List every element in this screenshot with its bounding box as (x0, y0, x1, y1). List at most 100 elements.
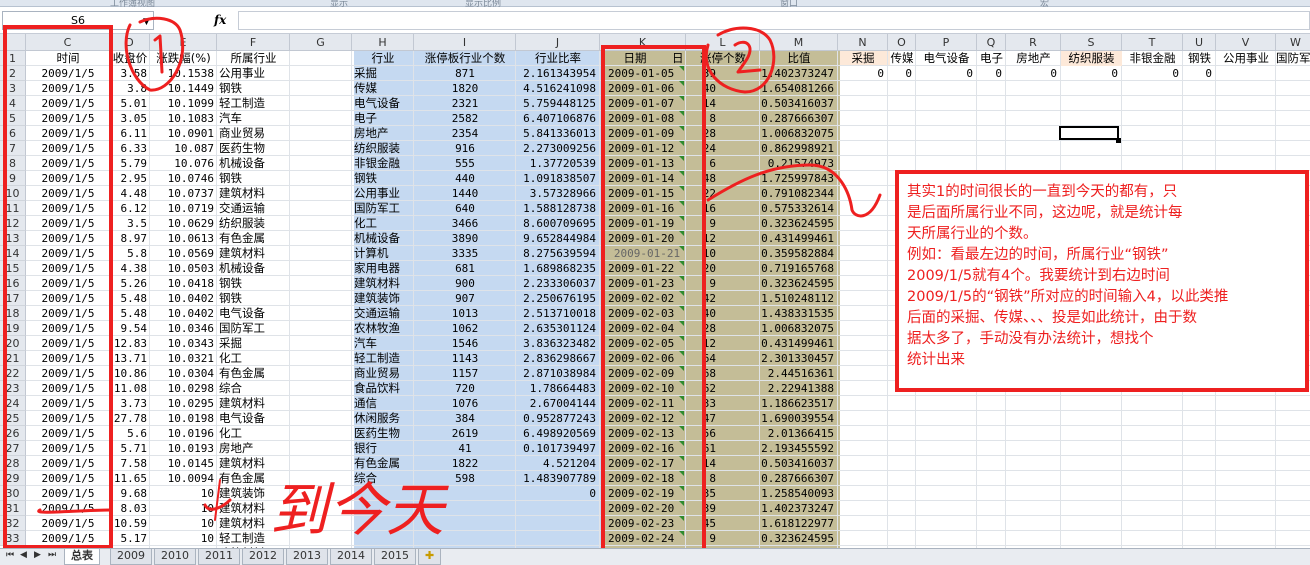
cell-ratio[interactable]: 1.402373247 (760, 66, 834, 81)
cell-industry-name[interactable]: 建筑材料 (354, 276, 416, 291)
sheet-tab-2010[interactable]: 2010 (154, 549, 196, 565)
cell-industry-ratio[interactable]: 8.275639594 (516, 246, 596, 261)
cell-change-pct[interactable]: 10.087 (150, 141, 214, 156)
cell-change-pct[interactable]: 10.0402 (150, 306, 214, 321)
cell-industry-name[interactable]: 有色金属 (354, 456, 416, 471)
column-header-i[interactable]: I (414, 34, 516, 51)
cell-close-price[interactable]: 5.48 (110, 291, 148, 306)
cell-industry-ratio[interactable]: 1.37720539 (516, 156, 596, 171)
sheet-tab-2009[interactable]: 2009 (110, 549, 152, 565)
column-header-o[interactable]: O (888, 34, 916, 51)
cell-industry[interactable]: 轻工制造 (219, 531, 292, 546)
cell-limitup-count[interactable]: 640 (414, 201, 516, 216)
cell-industry[interactable]: 建筑材料 (219, 396, 292, 411)
cell-industry[interactable]: 有色金属 (219, 231, 292, 246)
cell-change-pct[interactable]: 10.0198 (150, 411, 214, 426)
column-header-d[interactable]: D (110, 34, 150, 51)
column-header-m[interactable]: M (760, 34, 838, 51)
header-change-pct[interactable]: 涨跌幅(%) (150, 51, 217, 66)
cell-close-price[interactable]: 5.48 (110, 306, 148, 321)
cell-limitup-count[interactable]: 900 (414, 276, 516, 291)
cell-industry-ratio[interactable]: 1.588128738 (516, 201, 596, 216)
cell-industry-count[interactable]: 0 (838, 66, 884, 81)
cell-limitup-count[interactable]: 720 (414, 381, 516, 396)
cell-change-pct[interactable]: 10.1099 (150, 96, 214, 111)
cell-close-price[interactable]: 4.38 (110, 261, 148, 276)
cell-industry[interactable]: 医药生物 (219, 141, 292, 156)
column-header-u[interactable]: U (1183, 34, 1216, 51)
column-header-s[interactable]: S (1061, 34, 1122, 51)
cell-change-pct[interactable]: 10.1083 (150, 111, 214, 126)
cell-industry-ratio[interactable]: 1.78664483 (516, 381, 596, 396)
cell-ratio[interactable]: 1.510248112 (760, 291, 834, 306)
cell-close-price[interactable]: 3.05 (110, 111, 148, 126)
cell-industry-ratio[interactable]: 2.635301124 (516, 321, 596, 336)
cell-industry-ratio[interactable]: 4.516241098 (516, 81, 596, 96)
cell-ratio[interactable]: 0.323624595 (760, 276, 834, 291)
cell-industry-ratio[interactable]: 6.407106876 (516, 111, 596, 126)
cell-close-price[interactable]: 5.71 (110, 441, 148, 456)
cell-ratio[interactable]: 2.193455592 (760, 441, 834, 456)
cell-industry[interactable]: 房地产 (219, 441, 292, 456)
prev-sheet-icon[interactable]: ◀ (20, 550, 27, 560)
cell-close-price[interactable]: 10.59 (110, 516, 147, 531)
header-industry-col[interactable]: 非银金融 (1122, 51, 1183, 66)
cell-change-pct[interactable]: 10.076 (150, 156, 214, 171)
sheet-tab-2015[interactable]: 2015 (374, 549, 416, 565)
cell-change-pct[interactable]: 10.0737 (150, 186, 214, 201)
selected-cell[interactable] (1059, 126, 1119, 140)
first-sheet-icon[interactable]: ⏮ (6, 550, 14, 560)
cell-industry[interactable]: 钢铁 (219, 171, 292, 186)
cell-industry[interactable]: 钢铁 (219, 291, 292, 306)
cell-change-pct[interactable]: 10.0321 (150, 351, 214, 366)
chevron-down-icon[interactable]: ▼ (143, 17, 150, 27)
column-header-r[interactable]: R (1006, 34, 1061, 51)
cell-industry-name[interactable]: 房地产 (354, 126, 416, 141)
cell-close-price[interactable]: 13.71 (110, 351, 147, 366)
cell-industry-name[interactable]: 电子 (354, 111, 416, 126)
cell-industry-ratio[interactable]: 2.67004144 (516, 396, 596, 411)
cell-industry-count[interactable]: 0 (1006, 66, 1057, 81)
cell-industry-name[interactable]: 采掘 (354, 66, 416, 81)
cell-change-pct[interactable]: 10.0629 (150, 216, 214, 231)
cell-change-pct[interactable]: 10.0402 (150, 291, 214, 306)
cell-ratio[interactable]: 1.006832075 (760, 126, 834, 141)
cell-industry-ratio[interactable]: 4.521204 (516, 456, 596, 471)
cell-industry-ratio[interactable]: 3.57328966 (516, 186, 596, 201)
cell-close-price[interactable]: 11.65 (110, 471, 147, 486)
cell-limitup-count[interactable]: 1143 (414, 351, 516, 366)
cell-ratio[interactable]: 1.186623517 (760, 396, 834, 411)
cell-ratio[interactable]: 0.503416037 (760, 456, 834, 471)
cell-industry-name[interactable]: 公用事业 (354, 186, 416, 201)
cell-industry-ratio[interactable]: 0.101739497 (516, 441, 596, 456)
cell-change-pct[interactable]: 10.0295 (150, 396, 214, 411)
cell-limitup-count[interactable]: 1822 (414, 456, 516, 471)
fx-icon[interactable]: fx (214, 13, 226, 27)
cell-limitup-count[interactable]: 1013 (414, 306, 516, 321)
cell-industry-name[interactable]: 纺织服装 (354, 141, 416, 156)
cell-industry-ratio[interactable]: 3.836323482 (516, 336, 596, 351)
cell-close-price[interactable]: 6.11 (110, 126, 148, 141)
cell-industry-name[interactable]: 休闲服务 (354, 411, 416, 426)
cell-industry[interactable]: 有色金属 (219, 366, 292, 381)
cell-industry-ratio[interactable]: 9.652844984 (516, 231, 596, 246)
cell-ratio[interactable]: 2.01366415 (760, 426, 834, 441)
column-header-p[interactable]: P (916, 34, 977, 51)
sheet-tab-2011[interactable]: 2011 (198, 549, 240, 565)
cell-close-price[interactable]: 6.33 (110, 141, 148, 156)
cell-change-pct[interactable]: 10.0719 (150, 201, 214, 216)
cell-change-pct[interactable]: 10.0613 (150, 231, 214, 246)
header-industry-col[interactable]: 国防军工 (1276, 51, 1310, 66)
cell-ratio[interactable]: 1.258540093 (760, 486, 834, 501)
cell-industry-name[interactable]: 交通运输 (354, 306, 416, 321)
cell-industry-name[interactable]: 汽车 (354, 336, 416, 351)
cell-limitup-count[interactable]: 1076 (414, 396, 516, 411)
cell-limitup-count[interactable]: 41 (414, 441, 516, 456)
header-industry-col[interactable]: 纺织服装 (1061, 51, 1122, 66)
cell-change-pct[interactable]: 10.0094 (150, 471, 214, 486)
cell-close-price[interactable]: 3.73 (110, 396, 148, 411)
cell-industry[interactable]: 建筑材料 (219, 501, 292, 516)
cell-industry-ratio[interactable]: 0.952877243 (516, 411, 596, 426)
cell-ratio[interactable]: 1.618122977 (760, 516, 834, 531)
cell-ratio[interactable]: 0.21574973 (760, 156, 834, 171)
